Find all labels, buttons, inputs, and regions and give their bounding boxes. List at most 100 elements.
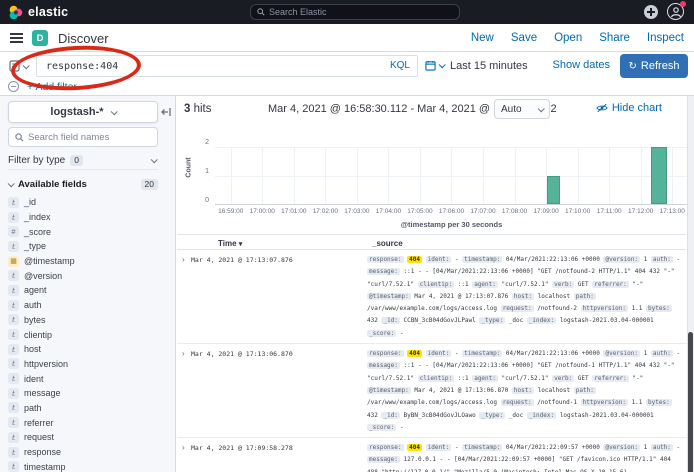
appbar-action-open[interactable]: Open [554,32,582,44]
filter-menu-icon[interactable] [8,81,19,92]
filter-by-type-label: Filter by type [8,155,65,166]
field-item-timestamp[interactable]: ttimestamp [8,459,173,472]
saved-query-menu-button[interactable] [9,60,28,72]
sort-descending-icon[interactable]: ▾ [239,241,243,248]
histogram-bar[interactable] [651,147,667,204]
expand-row-icon[interactable]: › [177,442,191,472]
refresh-button[interactable]: ↻ Refresh [620,54,688,78]
field-item-agent[interactable]: tagent [8,283,173,298]
discover-app-badge[interactable]: D [32,30,48,46]
field-item-_id[interactable]: t_id [8,195,173,210]
appbar-action-new[interactable]: New [471,32,494,44]
source-field-name: _type: [479,412,505,419]
index-pattern-selector[interactable]: logstash-* [8,101,158,123]
time-range-label[interactable]: Last 15 minutes [450,60,528,72]
source-value: _doc [509,412,523,419]
field-item-path[interactable]: tpath [8,401,173,416]
date-picker-button[interactable] [425,60,444,71]
highlighted-value: 404 [407,350,422,357]
available-fields-label: Available fields [18,179,87,190]
global-search-input[interactable]: Search Elastic [250,4,460,20]
field-name: ident [24,374,44,384]
collapse-sidebar-icon[interactable] [161,104,171,122]
number-type-icon: # [8,226,19,237]
source-value: "-" [632,281,643,288]
field-name: @timestamp [24,256,75,266]
field-item-@timestamp[interactable]: ▦@timestamp [8,254,173,269]
source-value: localhost [538,387,571,394]
source-field-name: _id: [381,317,399,324]
x-tick-label: 16:59:00 [218,208,243,215]
field-item-_index[interactable]: t_index [8,210,173,225]
source-value: "-" [632,375,643,382]
field-item-request[interactable]: trequest [8,430,173,445]
field-item-bytes[interactable]: tbytes [8,313,173,328]
source-field-name: referrer: [592,375,629,382]
histogram-plot [215,147,688,205]
field-name: bytes [24,315,46,325]
y-axis-title: Count [186,157,193,177]
y-tick-label: 2 [195,139,209,146]
query-input[interactable]: response:404 KQL [36,55,418,77]
filter-by-type-toggle[interactable]: Filter by type 0 [8,152,158,170]
histogram-bar[interactable] [547,176,560,205]
appbar-action-share[interactable]: Share [599,32,630,44]
appbar-action-save[interactable]: Save [511,32,537,44]
source-field-name: bytes: [646,399,672,406]
field-item-message[interactable]: tmessage [8,386,173,401]
gridline [231,147,232,204]
field-search-input[interactable]: Search field names [8,127,158,147]
string-type-icon: t [8,329,19,340]
string-type-icon: t [8,314,19,325]
discover-main: 3 hits Mar 4, 2021 @ 16:58:30.112 - Mar … [177,96,694,472]
field-item-referrer[interactable]: treferrer [8,415,173,430]
x-tick-label: 17:03:00 [344,208,369,215]
available-fields-header[interactable]: Available fields 20 [8,179,158,190]
interval-select[interactable]: Auto [494,99,550,119]
expand-row-icon[interactable]: › [177,348,191,434]
field-item-ident[interactable]: tident [8,371,173,386]
source-value: 04/Mar/2021:22:13:06 +0000 [506,350,600,357]
field-item-httpversion[interactable]: thttpversion [8,357,173,372]
source-value: 432 [367,317,378,324]
scrollbar-track[interactable] [687,96,694,472]
scrollbar-thumb[interactable] [688,332,693,472]
gridline [420,147,421,204]
field-name: @version [24,271,62,281]
help-icon[interactable] [644,5,658,19]
appbar-action-inspect[interactable]: Inspect [647,32,684,44]
hide-chart-button[interactable]: Hide chart [596,102,662,114]
gridline [325,147,326,204]
source-value: Mar 4, 2021 @ 17:13:07.876 [414,293,508,300]
expand-row-icon[interactable]: › [177,254,191,340]
source-value: _doc [509,317,523,324]
time-column-header[interactable]: Time ▾ [218,239,242,248]
field-item-_type[interactable]: t_type [8,239,173,254]
query-bar: response:404 KQL Last 15 minutes Show da… [0,52,694,80]
field-item-clientip[interactable]: t clientip [8,327,173,342]
source-field-name: @version: [603,256,640,263]
source-field-name: @version: [603,350,640,357]
add-filter-button[interactable]: + Add filter [27,81,77,93]
menu-icon[interactable] [10,33,23,46]
field-item-@version[interactable]: t@version [8,268,173,283]
row-time: Mar 4, 2021 @ 17:09:58.278 [191,442,367,472]
app-header: D Discover NewSaveOpenShareInspect [0,24,694,52]
field-name: clientip [24,330,52,340]
field-item-_score[interactable]: #_score [8,224,173,239]
elastic-brand[interactable]: elastic [8,0,68,24]
source-field-name: response: [367,444,404,451]
kql-language-button[interactable]: KQL [390,60,410,71]
field-item-response[interactable]: tresponse [8,445,173,460]
x-tick-label: 17:11:00 [597,208,622,215]
gridline [388,147,389,204]
query-text: response:404 [37,61,118,72]
source-value: "curl/7.52.1" [502,375,549,382]
source-value: GET [578,375,589,382]
doc-table-row: ›Mar 4, 2021 @ 17:13:07.876response: 404… [177,250,687,344]
field-item-auth[interactable]: tauth [8,298,173,313]
string-type-icon: t [8,402,19,413]
show-dates-button[interactable]: Show dates [553,59,610,71]
time-column-label: Time [218,239,237,248]
field-item-host[interactable]: thost [8,342,173,357]
